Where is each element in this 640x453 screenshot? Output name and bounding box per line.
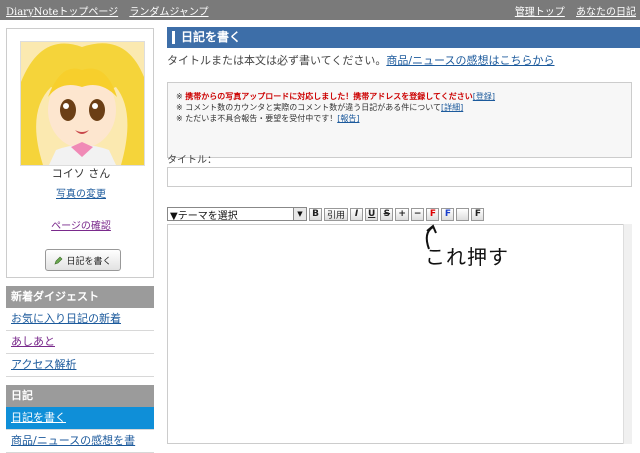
top-links-left: DiaryNoteトップページ ランダムジャンプ — [6, 3, 217, 18]
random-jump-link[interactable]: ランダムジャンプ — [129, 7, 208, 18]
top-navigation-bar: DiaryNoteトップページ ランダムジャンプ 管理トップ あなたの日記 — [0, 0, 640, 20]
page-title: 日記を書く — [167, 27, 640, 48]
red-font-button[interactable]: F — [426, 207, 440, 221]
sidebar-item-label: お気に入り日記の新着 — [11, 312, 121, 325]
sidebar-item-label: 商品/ニュースの感想を書 — [11, 434, 136, 447]
font-button[interactable]: F — [471, 207, 485, 221]
notice-red-text: 携帯からの写真アップロードに対応しました！携帯アドレスを登録してください — [185, 92, 473, 101]
sidebar-item-label: あしあと — [11, 335, 55, 348]
admin-top-link[interactable]: 管理トップ — [515, 7, 565, 18]
sidebar: コイソ さん 写真の変更 ページの確認 日記を書く 新着ダイジェスト お気に入り… — [6, 28, 154, 453]
your-diary-link[interactable]: あなたの日記 — [576, 7, 636, 18]
notice-line-1: ※ 携帯からの写真アップロードに対応しました！携帯アドレスを登録してください[登… — [176, 92, 496, 101]
italic-button[interactable]: I — [350, 207, 364, 221]
report-link[interactable]: [報告] — [337, 114, 359, 123]
diary-header: 日記 — [6, 385, 154, 407]
sidebar-item-write-diary[interactable]: 日記を書く — [6, 407, 154, 430]
write-diary-button-label: 日記を書く — [66, 256, 112, 267]
register-link[interactable]: [登録] — [473, 92, 495, 101]
textarea-scrollbar[interactable] — [623, 224, 632, 444]
bold-button[interactable]: B — [309, 207, 322, 221]
quote-button[interactable]: 引用 — [324, 207, 349, 221]
editor-toolbar: ▼テーマを選択 ▼ B 引用 I U S + − F F F — [167, 206, 485, 222]
theme-select[interactable]: ▼テーマを選択 ▼ — [167, 207, 307, 222]
avatar — [20, 41, 145, 166]
notice-line-2: ※ コメント数のカウンタと実際のコメント数が違う日記がある件について[詳細] — [176, 103, 464, 112]
font-smaller-button[interactable]: − — [410, 207, 425, 221]
required-note: タイトルまたは本文は必ず書いてください。商品/ニュースの感想はこちらから — [167, 52, 640, 68]
strike-button[interactable]: S — [380, 207, 394, 221]
pencil-icon — [54, 256, 63, 265]
notice-text-2: コメント数のカウンタと実際のコメント数が違う日記がある件について — [185, 103, 442, 112]
sidebar-item-label: アクセス解析 — [11, 358, 77, 371]
notice-text-3: ただいま不具合報告・要望を受付中です！ — [185, 114, 338, 123]
chevron-down-icon: ▼ — [293, 208, 306, 220]
body-textarea[interactable] — [167, 224, 632, 444]
impression-link[interactable]: 商品/ニュースの感想はこちらから — [386, 54, 554, 67]
blank-button[interactable] — [456, 207, 470, 221]
change-photo-link-text[interactable]: 写真の変更 — [56, 189, 106, 200]
notice-box: ※ 携帯からの写真アップロードに対応しました！携帯アドレスを登録してください[登… — [167, 82, 632, 158]
sidebar-item-favorites[interactable]: お気に入り日記の新着 — [6, 308, 154, 331]
notice-line-3: ※ ただいま不具合報告・要望を受付中です！[報告] — [176, 114, 360, 123]
confirm-page-link-text[interactable]: ページの確認 — [51, 221, 111, 232]
blue-font-button[interactable]: F — [441, 207, 455, 221]
change-photo-link[interactable]: 写真の変更 — [7, 185, 155, 200]
digest-header: 新着ダイジェスト — [6, 286, 154, 308]
profile-name: コイソ さん — [51, 167, 111, 180]
sidebar-item-access-analysis[interactable]: アクセス解析 — [6, 354, 154, 377]
sidebar-item-label: 日記を書く — [11, 411, 66, 424]
profile-box: コイソ さん 写真の変更 ページの確認 日記を書く — [6, 28, 154, 278]
details-link[interactable]: [詳細] — [441, 103, 463, 112]
title-label: タイトル： — [167, 155, 217, 166]
annotation-text: これ押す — [425, 245, 509, 269]
sidebar-item-footprints[interactable]: あしあと — [6, 331, 154, 354]
sidebar-item-product-news[interactable]: 商品/ニュースの感想を書 — [6, 430, 154, 453]
required-note-text: タイトルまたは本文は必ず書いてください。 — [167, 54, 387, 67]
top-links-right: 管理トップ あなたの日記 — [507, 3, 636, 18]
confirm-page-link[interactable]: ページの確認 — [7, 217, 155, 232]
main-content: 日記を書く タイトルまたは本文は必ず書いてください。商品/ニュースの感想はこちら… — [167, 27, 640, 444]
write-diary-button[interactable]: 日記を書く — [45, 249, 121, 271]
theme-select-value: ▼テーマを選択 — [170, 210, 238, 222]
underline-button[interactable]: U — [365, 207, 379, 221]
title-input[interactable] — [167, 167, 632, 187]
font-larger-button[interactable]: + — [395, 207, 409, 221]
brand-link[interactable]: DiaryNoteトップページ — [6, 7, 118, 18]
